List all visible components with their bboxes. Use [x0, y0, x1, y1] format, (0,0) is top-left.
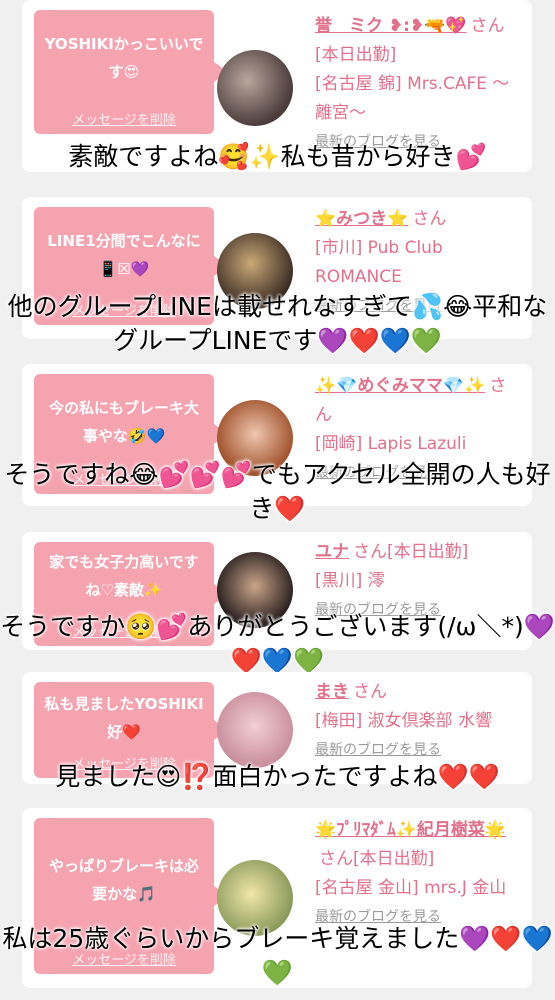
message-text: LINE1分間でこんなに📱☒💜 [47, 232, 201, 278]
honorific: さん [412, 209, 447, 229]
honorific: さん [353, 682, 387, 702]
caption: そうですか🥺💕ありがとうございます(/ω＼*)💜❤️💙💚 [0, 612, 555, 675]
avatar[interactable] [217, 50, 293, 126]
caption: 他のグループLINEは載せれなすぎて💦😂平和なグループLINEです💜❤️💙💚 [7, 292, 548, 355]
cast-name-link[interactable]: ⭐みつき⭐ [315, 209, 408, 229]
honorific: さん [353, 542, 387, 562]
message-text: 家でも女子力高いですね♡素敵✨ [49, 553, 199, 599]
status-badge: [本日出勤] [387, 542, 469, 562]
cast-info: 🌟ﾌﾟﾘﾏﾀﾞﾑ✨紀月樹菜🌟 さん[本日出勤] [名古屋 金山] mrs.J 金山… [315, 816, 520, 932]
shop-name: [名古屋 金山] mrs.J 金山 [315, 878, 507, 898]
shop-name: [黒川] 澪 [315, 571, 385, 591]
cast-info: まき さん [梅田] 淑女倶楽部 水響 最新のブログを見る [315, 678, 520, 765]
caption: 私は25歳ぐらいからブレーキ覚えました💜❤️💙💚 [2, 924, 553, 987]
shop-name: [名古屋 錦] Mrs.CAFE ～離宮～ [315, 74, 510, 123]
message-text: YOSHIKIかっこいいです😍 [44, 35, 204, 81]
shop-name: [梅田] 淑女倶楽部 水響 [315, 711, 493, 731]
cast-name-link[interactable]: 🌟ﾌﾟﾘﾏﾀﾞﾑ✨紀月樹菜🌟 [315, 820, 506, 840]
delete-message-link[interactable]: メッセージを削除 [34, 109, 214, 128]
avatar[interactable] [217, 692, 293, 768]
caption: 素敵ですよね🥰✨私も昔から好き💕 [68, 142, 487, 171]
caption: そうですね😂💕💕💕でもアクセル全開の人も好き❤️ [4, 460, 551, 523]
status-badge: [本日出勤] [315, 45, 397, 65]
cast-name-link[interactable]: ✨💎めぐみママ💎✨ [315, 376, 485, 396]
cast-name-link[interactable]: ユナ [315, 542, 349, 562]
message-text: 私も見ましたYOSHIKI好❤️ [44, 695, 204, 741]
honorific: さん [319, 849, 353, 869]
message-bubble: YOSHIKIかっこいいです😍 メッセージを削除 [34, 10, 228, 134]
caption: 見ました😍⁉️面白かったですよね❤️❤️ [55, 762, 500, 791]
message-text: やっぱりブレーキは必要かな🎵 [48, 857, 199, 903]
cast-name-link[interactable]: 誉 ミク ❥:❥🔫💖 [315, 16, 467, 36]
honorific: さん [470, 16, 505, 36]
shop-name: [市川] Pub Club ROMANCE [315, 238, 443, 287]
cast-info: 誉 ミク ❥:❥🔫💖 さん [本日出勤] [名古屋 錦] Mrs.CAFE ～離宮～… [315, 12, 520, 157]
cast-name-link[interactable]: まき [315, 682, 349, 702]
message-text: 今の私にもブレーキ大事やな🤣💙 [48, 399, 199, 445]
status-badge: [本日出勤] [353, 849, 435, 869]
shop-name: [岡崎] Lapis Lazuli [315, 434, 467, 454]
